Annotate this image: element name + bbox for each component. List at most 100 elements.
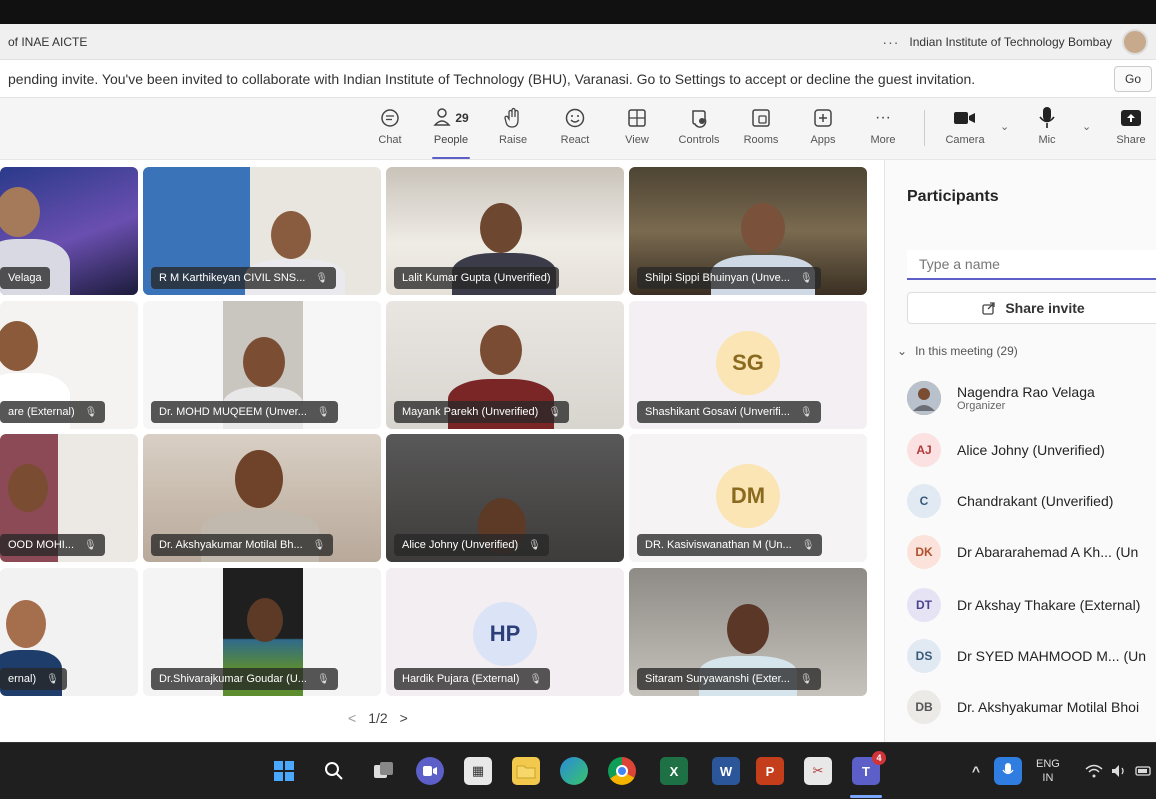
initials-avatar: HP <box>473 602 537 666</box>
participant-tile[interactable]: Alice Johny (Unverified) 🎙 <box>386 434 624 562</box>
participant-tile[interactable]: Velaga <box>0 167 138 295</box>
apps-button[interactable]: Apps <box>798 104 848 156</box>
view-button[interactable]: View <box>612 104 662 156</box>
file-explorer-icon[interactable] <box>512 757 540 785</box>
meeting-toolbar: Chat 29 People Raise React View Controls <box>0 98 1156 160</box>
camera-button[interactable]: Camera <box>940 104 990 156</box>
react-button[interactable]: React <box>550 104 600 156</box>
snipping-tool-icon[interactable]: ✂ <box>804 757 832 785</box>
participant-tile[interactable]: R M Karthikeyan CIVIL SNS... 🎙 <box>143 167 381 295</box>
chat-button[interactable]: Chat <box>365 104 415 156</box>
participant-tile[interactable]: Dr.Shivarajkumar Goudar (U... 🎙 <box>143 568 381 696</box>
chevron-up-icon[interactable]: ^ <box>962 757 990 785</box>
controls-label: Controls <box>678 134 720 146</box>
participant-name: R M Karthikeyan CIVIL SNS... <box>159 272 306 284</box>
controls-button[interactable]: Controls <box>674 104 724 156</box>
mic-chevron-icon[interactable]: ⌄ <box>1082 120 1091 133</box>
widgets-icon[interactable]: ▦ <box>464 757 492 785</box>
previous-page-icon[interactable]: < <box>348 710 356 726</box>
participant-tile[interactable]: Dr. Akshyakumar Motilal Bh... 🎙 <box>143 434 381 562</box>
participant-row[interactable]: C Chandrakant (Unverified) <box>907 481 1156 521</box>
avatar: DT <box>907 588 941 622</box>
more-options-icon[interactable]: ··· <box>882 34 899 50</box>
screen-top-edge <box>0 0 1156 24</box>
participant-name: Alice Johny (Unverified) <box>402 539 519 551</box>
participant-row[interactable]: DT Dr Akshay Thakare (External) <box>907 585 1156 625</box>
mic-muted-icon: 🎙 <box>799 406 813 418</box>
windows-taskbar: ▦ X W P ✂ T 4 ^ ENG IN <box>0 742 1156 799</box>
participant-tile[interactable]: Dr. MOHD MUQEEM (Unver... 🎙 <box>143 301 381 429</box>
participant-tile[interactable]: DM DR. Kasiviswanathan M (Un... 🎙 <box>629 434 867 562</box>
mic-label: Mic <box>1038 134 1056 146</box>
share-screen-icon <box>1120 104 1142 132</box>
react-label: React <box>560 134 590 146</box>
participant-tile[interactable]: Sitaram Suryawanshi (Exter... 🎙 <box>629 568 867 696</box>
participant-name: Shashikant Gosavi (Unverifi... <box>645 406 790 418</box>
mic-muted-icon: 🎙 <box>316 406 330 418</box>
region-code: IN <box>1042 772 1054 784</box>
participant-tile[interactable]: Shilpi Sippi Bhuinyan (Unve... 🎙 <box>629 167 867 295</box>
microsoft-teams-icon[interactable]: T 4 <box>852 751 886 785</box>
language-indicator[interactable]: ENG IN <box>1036 757 1060 785</box>
participant-tile[interactable]: Mayank Parekh (Unverified) 🎙 <box>386 301 624 429</box>
avatar: AJ <box>907 433 941 467</box>
microphone-icon[interactable] <box>994 757 1022 785</box>
profile-avatar[interactable] <box>1122 29 1148 55</box>
language-code: ENG <box>1036 758 1060 770</box>
participant-tile[interactable]: OOD MOHI... 🎙 <box>0 434 138 562</box>
excel-icon[interactable]: X <box>660 757 688 785</box>
participants-panel: Participants Type a name Share invite ⌄ … <box>884 160 1156 742</box>
participant-tile[interactable]: HP Hardik Pujara (External) 🎙 <box>386 568 624 696</box>
camera-chevron-icon[interactable]: ⌄ <box>1000 120 1009 133</box>
mic-button[interactable]: Mic <box>1022 104 1072 156</box>
people-icon: 29 <box>433 104 469 132</box>
share-invite-button[interactable]: Share invite <box>907 292 1156 324</box>
raise-hand-button[interactable]: Raise <box>488 104 538 156</box>
teams-chat-icon[interactable] <box>416 757 444 785</box>
share-label: Share <box>1116 134 1146 146</box>
powerpoint-icon[interactable]: P <box>756 757 784 785</box>
wifi-icon[interactable] <box>1080 757 1108 785</box>
share-button[interactable]: Share <box>1106 104 1156 156</box>
camera-label: Camera <box>945 134 985 146</box>
mic-muted-icon: 🎙 <box>84 539 97 551</box>
search-icon[interactable] <box>320 757 348 785</box>
rooms-button[interactable]: Rooms <box>736 104 786 156</box>
next-page-icon[interactable]: > <box>400 710 408 726</box>
edge-browser-icon[interactable] <box>560 757 588 785</box>
rooms-icon <box>751 104 771 132</box>
in-meeting-section-header[interactable]: ⌄ In this meeting (29) <box>897 344 1018 358</box>
more-label: More <box>870 134 896 146</box>
participant-tile[interactable]: are (External) 🎙 <box>0 301 138 429</box>
participant-name: Hardik Pujara (External) <box>402 673 520 685</box>
notification-badge: 4 <box>872 751 886 765</box>
participant-row[interactable]: DB Dr. Akshyakumar Motilal Bhoi <box>907 687 1156 727</box>
battery-icon[interactable] <box>1130 757 1156 785</box>
participant-name: Dr Akshay Thakare (External) <box>957 597 1141 613</box>
participant-row[interactable]: DS Dr SYED MAHMOOD M... (Un <box>907 636 1156 676</box>
chrome-browser-icon[interactable] <box>608 757 636 785</box>
go-to-settings-button[interactable]: Go <box>1113 66 1152 92</box>
task-view-icon[interactable] <box>370 757 398 785</box>
windows-start-icon[interactable] <box>270 757 298 785</box>
participant-search-input[interactable]: Type a name <box>907 250 1156 280</box>
participant-name: Chandrakant (Unverified) <box>957 493 1114 509</box>
word-icon[interactable]: W <box>712 757 740 785</box>
people-button[interactable]: 29 People <box>426 104 476 159</box>
guest-invite-banner: pending invite. You've been invited to c… <box>0 60 1156 98</box>
participant-tile[interactable]: Lalit Kumar Gupta (Unverified) <box>386 167 624 295</box>
share-invite-label: Share invite <box>1005 300 1085 316</box>
banner-text: pending invite. You've been invited to c… <box>8 70 976 87</box>
participant-row[interactable]: DK Dr Abararahemad A Kh... (Un <box>907 532 1156 572</box>
mic-muted-icon: 🎙 <box>799 673 813 685</box>
participant-row[interactable]: AJ Alice Johny (Unverified) <box>907 430 1156 470</box>
initials-avatar: DM <box>716 464 780 528</box>
more-button[interactable]: ··· More <box>858 104 908 156</box>
participant-row[interactable]: Nagendra Rao Velaga Organizer <box>907 378 1156 418</box>
participant-tile[interactable]: SG Shashikant Gosavi (Unverifi... 🎙 <box>629 301 867 429</box>
page-indicator: 1/2 <box>368 710 388 726</box>
participant-tile[interactable]: ernal) 🎙 <box>0 568 138 696</box>
organization-name[interactable]: Indian Institute of Technology Bombay <box>909 35 1112 49</box>
participant-name: ernal) <box>8 673 37 685</box>
initials-avatar: SG <box>716 331 780 395</box>
